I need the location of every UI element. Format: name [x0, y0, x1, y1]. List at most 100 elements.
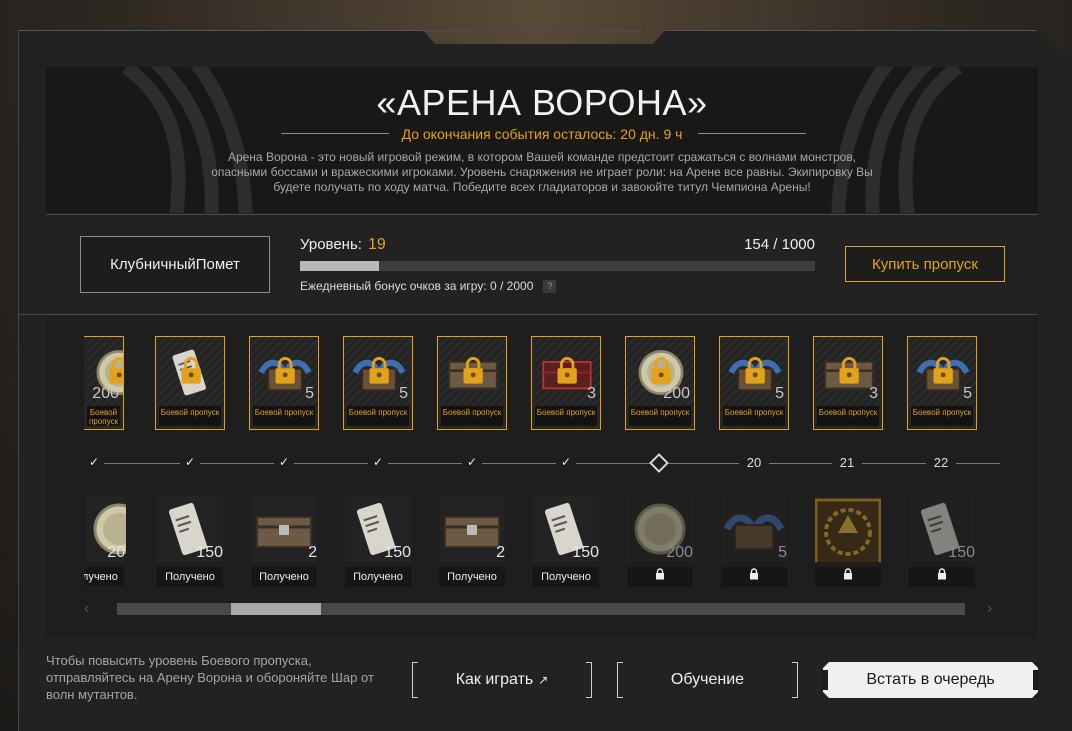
scrollbar-thumb[interactable] — [231, 603, 321, 615]
reward-status — [627, 567, 693, 587]
level-complete-check-icon: ✓ — [274, 455, 294, 471]
received-label: Получено — [84, 571, 118, 583]
premium-reward-card[interactable]: 200 Боевой пропуск — [84, 336, 124, 430]
premium-reward-card[interactable]: 3 Боевой пропуск — [813, 336, 883, 430]
free-reward-card[interactable] — [813, 496, 883, 587]
free-reward-card[interactable]: 150 Получено — [155, 496, 225, 587]
reward-quantity: 200 — [666, 544, 693, 561]
reward-status: Получено — [157, 567, 223, 587]
reward-status — [721, 567, 787, 587]
level-complete-check-icon: ✓ — [368, 455, 388, 471]
received-label: Получено — [353, 571, 403, 583]
reward-quantity: 150 — [948, 544, 975, 561]
battle-pass-tag: Боевой пропуск — [87, 406, 120, 426]
free-reward-card[interactable]: 200 Получено — [84, 496, 126, 586]
footer-hint: Чтобы повысить уровень Боевого пропуска,… — [46, 653, 374, 702]
battle-pass-tag: Боевой пропуск — [723, 406, 785, 426]
button-edge — [823, 670, 828, 690]
battle-pass-tag: Боевой пропуск — [629, 406, 691, 426]
event-banner: «АРЕНА ВОРОНА» До окончания события оста… — [46, 67, 1038, 213]
reward-quantity: 5 — [399, 385, 408, 402]
scroll-lock-icon — [162, 345, 220, 400]
premium-reward-card[interactable]: 5 Боевой пропуск — [343, 336, 413, 430]
scroll-right-icon[interactable]: › — [987, 600, 992, 618]
premium-reward-card[interactable]: 5 Боевой пропуск — [719, 336, 789, 430]
premium-reward-card[interactable]: 5 Боевой пропуск — [249, 336, 319, 430]
reward-status: Получено — [345, 567, 411, 587]
reward-quantity: 150 — [572, 544, 599, 561]
reward-status: Получено — [84, 567, 124, 586]
level-number: 21 — [832, 455, 862, 470]
level-progress-bar — [300, 261, 815, 271]
reward-status — [909, 567, 975, 587]
level-complete-check-icon: ✓ — [84, 455, 104, 471]
reward-quantity: 3 — [869, 385, 878, 402]
tutorial-label: Обучение — [670, 671, 745, 688]
reward-quantity: 2 — [308, 544, 317, 561]
reward-quantity: 5 — [775, 385, 784, 402]
button-bracket — [617, 662, 623, 698]
window-notch — [423, 30, 641, 32]
how-to-play-button[interactable]: Как играть ↗ — [412, 662, 592, 698]
battle-pass-tag: Боевой пропуск — [441, 406, 503, 426]
level-label: Уровень: — [300, 236, 362, 253]
queue-button[interactable]: Встать в очередь — [823, 662, 1038, 698]
received-label: Получено — [541, 571, 591, 583]
lock-icon — [750, 568, 758, 580]
free-reward-card[interactable]: 5 — [719, 496, 789, 587]
daily-bonus-text: Ежедневный бонус очков за игру: 0 / 2000 — [300, 279, 534, 293]
received-label: Получено — [447, 571, 497, 583]
premium-reward-card[interactable]: 3 Боевой пропуск — [531, 336, 601, 430]
level-number: 22 — [926, 455, 956, 470]
scroll-left-icon[interactable]: ‹ — [84, 600, 89, 618]
free-reward-card[interactable]: 2 Получено — [249, 496, 319, 587]
chest-icon — [439, 496, 505, 562]
button-bracket — [792, 662, 798, 698]
lock-icon — [656, 568, 664, 580]
premium-reward-card[interactable]: 200 Боевой пропуск — [625, 336, 695, 430]
battle-pass-tag: Боевой пропуск — [347, 406, 409, 426]
premium-reward-card[interactable]: Боевой пропуск — [155, 336, 225, 430]
reward-status: Получено — [533, 567, 599, 587]
battle-pass-tag: Боевой пропуск — [535, 406, 597, 426]
event-timer: До окончания события осталось: 20 дн. 9 … — [401, 126, 683, 142]
premium-reward-card[interactable]: Боевой пропуск — [437, 336, 507, 430]
received-label: Получено — [259, 571, 309, 583]
premium-reward-card[interactable]: 5 Боевой пропуск — [907, 336, 977, 430]
lock-icon — [938, 568, 946, 580]
free-reward-card[interactable]: 2 Получено — [437, 496, 507, 587]
level-complete-check-icon: ✓ — [462, 455, 482, 471]
daily-bonus: Ежедневный бонус очков за игру: 0 / 2000… — [300, 279, 557, 294]
button-bracket — [586, 662, 592, 698]
reward-quantity: 5 — [305, 385, 314, 402]
tutorial-button[interactable]: Обучение — [617, 662, 798, 698]
chest-lock-icon — [444, 345, 502, 400]
level-complete-check-icon: ✓ — [556, 455, 576, 471]
buy-pass-button[interactable]: Купить пропуск — [845, 246, 1005, 282]
reward-status — [815, 567, 881, 587]
reward-status: Получено — [251, 567, 317, 587]
reward-quantity: 5 — [963, 385, 972, 402]
level-display: Уровень: 19 — [300, 236, 386, 254]
free-reward-card[interactable]: 200 — [625, 496, 695, 587]
lock-icon — [844, 568, 852, 580]
chest-icon — [251, 496, 317, 562]
free-reward-card[interactable]: 150 — [907, 496, 977, 587]
divider — [46, 214, 1038, 215]
reward-scrollbar[interactable] — [117, 603, 965, 615]
help-icon[interactable]: ? — [543, 280, 557, 294]
level-points: 154 / 1000 — [744, 236, 815, 253]
button-edge — [1033, 670, 1038, 690]
free-reward-card[interactable]: 150 Получено — [343, 496, 413, 587]
free-reward-card[interactable]: 150 Получено — [531, 496, 601, 587]
battle-pass-tag: Боевой пропуск — [817, 406, 879, 426]
reward-quantity: 200 — [107, 544, 126, 561]
winged-chest-icon — [721, 496, 787, 562]
level-complete-check-icon: ✓ — [180, 455, 200, 471]
reward-quantity: 5 — [778, 544, 787, 561]
reward-quantity: 3 — [587, 385, 596, 402]
queue-label: Встать в очередь — [866, 671, 995, 688]
timeline-line — [84, 463, 1000, 464]
reward-quantity: 200 — [663, 385, 690, 402]
event-description: Арена Ворона - это новый игровой режим, … — [211, 150, 873, 194]
